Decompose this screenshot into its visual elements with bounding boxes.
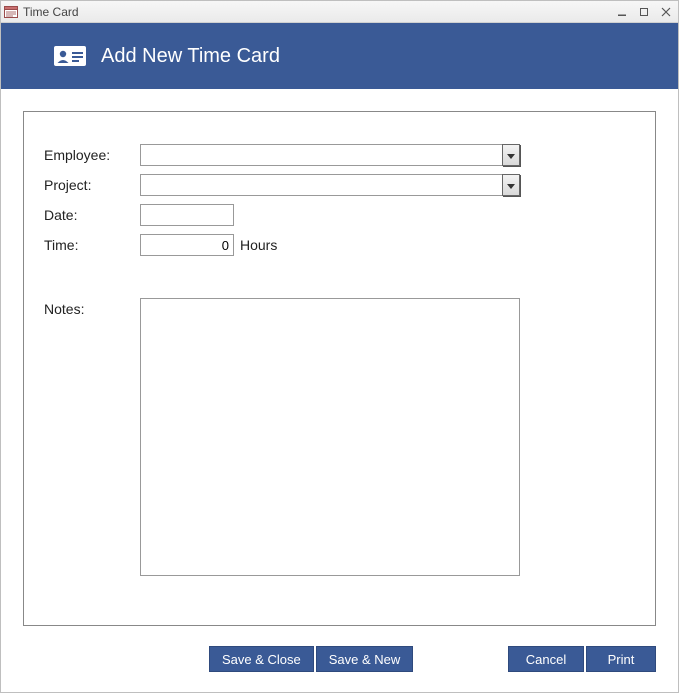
- form-icon: [3, 4, 19, 20]
- print-button[interactable]: Print: [586, 646, 656, 672]
- save-new-button[interactable]: Save & New: [316, 646, 414, 672]
- header-title: Add New Time Card: [101, 45, 280, 68]
- time-unit-label: Hours: [240, 234, 277, 253]
- save-close-button[interactable]: Save & Close: [209, 646, 314, 672]
- close-button[interactable]: [658, 5, 674, 19]
- chevron-down-icon: [507, 178, 515, 193]
- time-input[interactable]: [140, 234, 234, 256]
- content-area: Employee: Project:: [1, 89, 678, 636]
- chevron-down-icon: [507, 148, 515, 163]
- button-bar: Save & Close Save & New Cancel Print: [1, 636, 678, 692]
- window-title: Time Card: [23, 5, 79, 19]
- project-combo[interactable]: [140, 174, 520, 196]
- employee-dropdown-button[interactable]: [502, 144, 520, 166]
- form-panel: Employee: Project:: [23, 111, 656, 626]
- id-card-icon: [53, 44, 87, 68]
- project-input[interactable]: [140, 174, 502, 196]
- project-dropdown-button[interactable]: [502, 174, 520, 196]
- minimize-icon[interactable]: [614, 5, 630, 19]
- project-label: Project:: [44, 174, 140, 193]
- employee-input[interactable]: [140, 144, 502, 166]
- cancel-button[interactable]: Cancel: [508, 646, 584, 672]
- form-header: Add New Time Card: [1, 23, 678, 89]
- notes-textarea[interactable]: [140, 298, 520, 576]
- titlebar: Time Card: [1, 1, 678, 23]
- restore-button[interactable]: [636, 5, 652, 19]
- employee-combo[interactable]: [140, 144, 520, 166]
- date-label: Date:: [44, 204, 140, 223]
- window-frame: Time Card: [0, 0, 679, 693]
- employee-label: Employee:: [44, 144, 140, 163]
- time-label: Time:: [44, 234, 140, 253]
- notes-label: Notes:: [44, 298, 140, 317]
- date-input[interactable]: [140, 204, 234, 226]
